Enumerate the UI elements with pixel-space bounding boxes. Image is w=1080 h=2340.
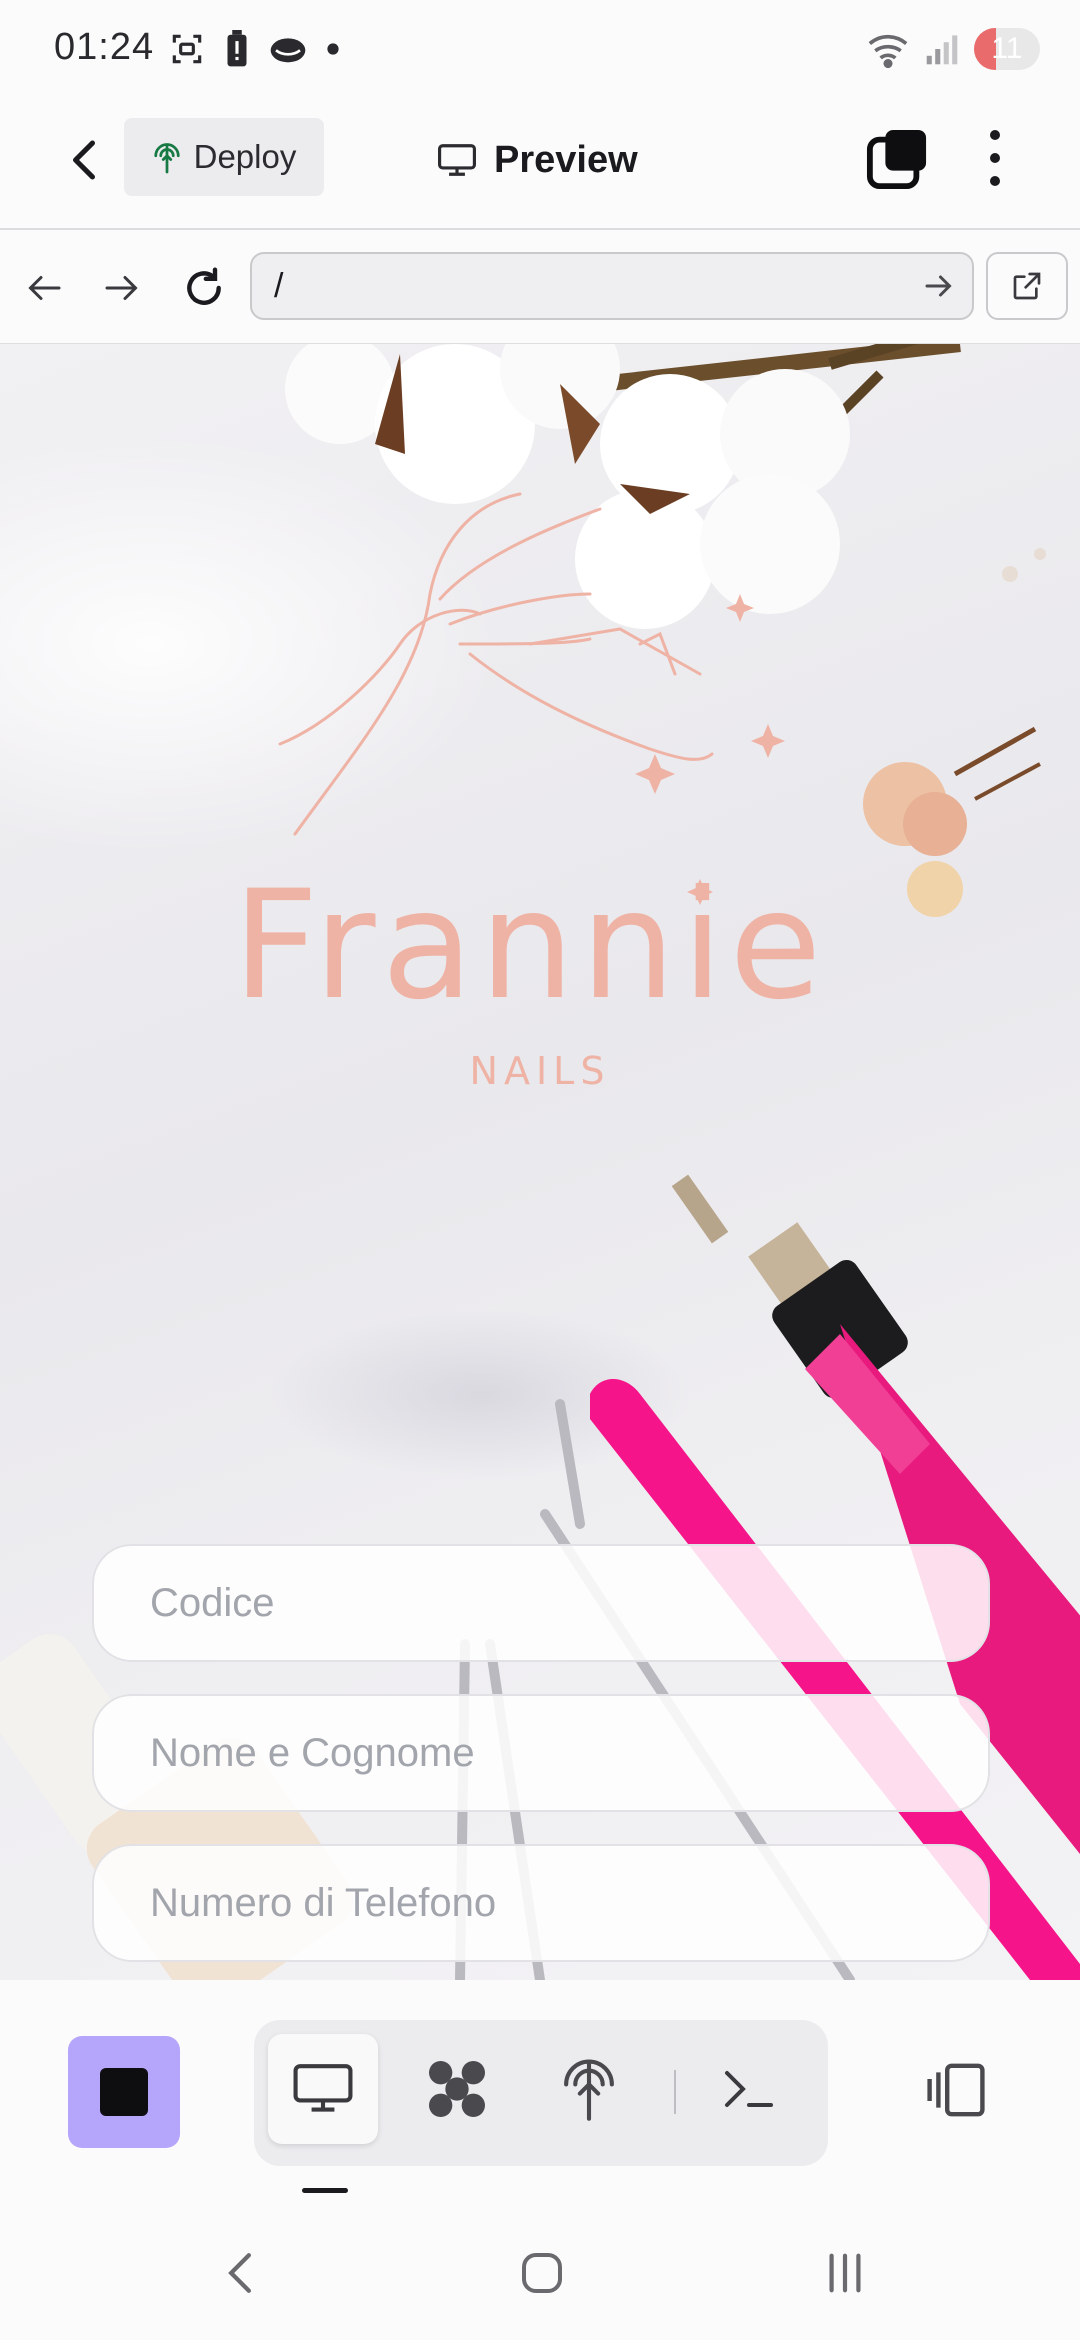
code-input[interactable] [150, 1580, 988, 1626]
code-field[interactable] [92, 1544, 990, 1662]
devices-icon [927, 2063, 985, 2117]
forward-icon [105, 276, 138, 300]
deploy-button[interactable]: Deploy [124, 118, 324, 196]
status-time: 01:24 [54, 26, 155, 68]
cloud-icon [270, 38, 306, 63]
web-preview: Frannie NAILS [0, 344, 1080, 1980]
deploy-tab[interactable] [534, 2034, 644, 2144]
segment-divider [674, 2070, 676, 2114]
status-bar: 01:24 11 [0, 0, 1080, 100]
open-external-button[interactable] [986, 252, 1068, 320]
stop-icon [100, 2068, 148, 2116]
battery-icon: 11 [974, 28, 1040, 70]
nav-back-icon [228, 2253, 251, 2293]
status-icons-left [168, 30, 340, 68]
name-input[interactable] [150, 1730, 988, 1776]
browser-back-button[interactable] [16, 260, 72, 316]
browser-forward-button[interactable] [94, 260, 150, 316]
system-home-button[interactable] [507, 2238, 577, 2308]
workspace-tab[interactable] [402, 2034, 512, 2144]
preview-tab[interactable] [268, 2034, 378, 2144]
monitor-icon [438, 144, 476, 176]
device-toggle-button[interactable] [920, 2040, 992, 2140]
terminal-icon [725, 2071, 773, 2107]
deploy-icon [564, 2059, 614, 2121]
reload-icon [187, 267, 221, 305]
deploy-label: Deploy [193, 138, 297, 175]
screenshot-icon [172, 34, 202, 64]
terminal-tab[interactable] [694, 2034, 804, 2144]
go-arrow-icon[interactable] [924, 268, 954, 304]
page-title-label: Preview [494, 138, 638, 181]
signal-icon [926, 35, 958, 65]
url-value: / [274, 266, 284, 305]
tabs-button[interactable] [866, 128, 928, 190]
tabs-icon [866, 129, 927, 190]
nav-home-icon [522, 2253, 562, 2293]
more-options-button[interactable] [966, 126, 1024, 190]
dot-icon [327, 43, 339, 55]
active-tab-indicator [302, 2188, 348, 2193]
system-recents-button[interactable] [810, 2238, 880, 2308]
back-icon [28, 276, 61, 300]
bottom-toolbar [0, 1980, 1080, 2200]
page-title: Preview [436, 130, 638, 190]
phone-input[interactable] [150, 1880, 988, 1926]
phone-field[interactable] [92, 1844, 990, 1962]
url-input[interactable]: / [250, 252, 974, 320]
system-navigation-bar [0, 2200, 1080, 2340]
status-icons-right: 11 [866, 28, 1040, 70]
deploy-icon [154, 143, 180, 174]
cotton-branch-image [285, 344, 961, 629]
wifi-icon [868, 34, 908, 69]
battery-alert-icon [227, 30, 247, 67]
brand-subtitle: NAILS [469, 1049, 611, 1093]
brand-title: Frannie [232, 859, 828, 1033]
more-vertical-icon [990, 130, 1000, 140]
open-external-icon [1013, 272, 1041, 300]
stop-button[interactable] [68, 2036, 180, 2148]
system-back-button[interactable] [205, 2238, 275, 2308]
workspace-icon [429, 2061, 485, 2117]
app-bar: Deploy Preview [0, 100, 1080, 230]
back-button[interactable] [54, 130, 114, 190]
reload-button[interactable] [176, 260, 232, 316]
nav-recents-icon [829, 2253, 861, 2293]
monitor-icon [293, 2064, 353, 2112]
back-arrow-icon [73, 140, 95, 180]
battery-level: 11 [991, 32, 1023, 65]
name-field[interactable] [92, 1694, 990, 1812]
url-bar: / [0, 232, 1080, 344]
view-switcher [254, 2020, 828, 2166]
